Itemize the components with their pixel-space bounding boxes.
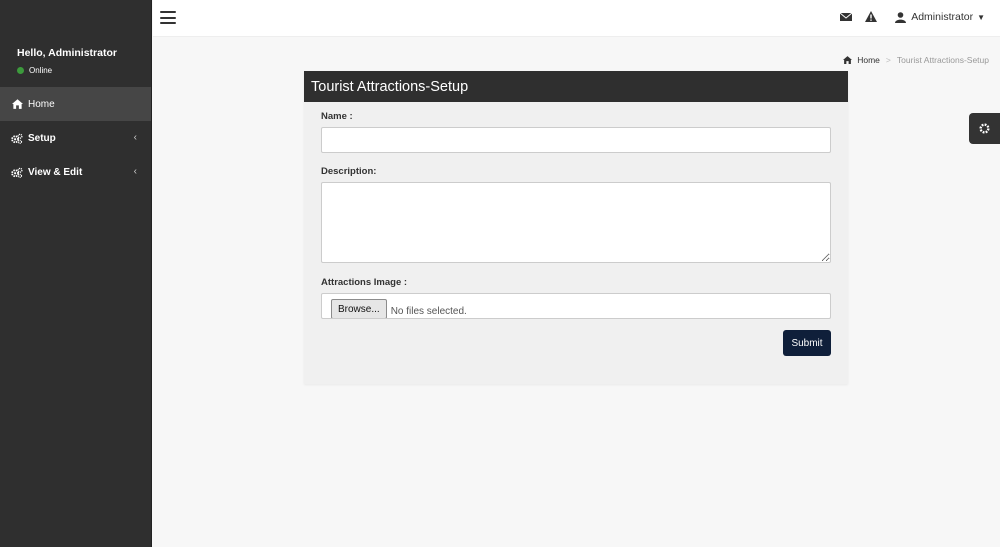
browse-button[interactable]: Browse... (331, 299, 387, 318)
chevron-left-icon: ‹ (133, 132, 137, 143)
sidebar-item-label: Home (28, 98, 55, 110)
sidebar-item-label: Setup (28, 132, 56, 144)
breadcrumb-home[interactable]: Home (843, 55, 880, 65)
submit-button[interactable]: Submit (783, 330, 831, 356)
sidebar-item-setup[interactable]: Setup ‹ (0, 121, 151, 155)
envelope-icon[interactable] (839, 11, 854, 25)
home-icon (11, 98, 23, 110)
cogs-icon (11, 132, 23, 144)
form-title: Tourist Attractions-Setup (304, 71, 848, 102)
sidebar-item-label: View & Edit (28, 166, 83, 178)
breadcrumb-separator: > (885, 55, 891, 65)
user-status: Online (17, 66, 151, 75)
user-icon (895, 11, 907, 23)
name-label: Name : (321, 111, 353, 122)
breadcrumb: Home > Tourist Attractions-Setup (843, 55, 989, 65)
breadcrumb-home-label: Home (857, 55, 880, 65)
user-greeting: Hello, Administrator (17, 47, 117, 59)
description-label: Description: (321, 166, 377, 177)
user-menu[interactable]: Administrator ▼ (895, 11, 985, 23)
warning-icon[interactable] (865, 11, 879, 25)
sidebar-item-home[interactable]: Home (0, 87, 151, 121)
gear-icon (979, 123, 990, 134)
setup-form-card: Tourist Attractions-Setup Name : Descrip… (304, 71, 848, 384)
attractions-image-file-input[interactable]: Browse... No files selected. (321, 293, 831, 319)
file-status: No files selected. (390, 306, 467, 317)
attractions-image-label: Attractions Image : (321, 277, 408, 288)
hamburger-menu-icon[interactable] (160, 11, 176, 24)
sidebar: Hello, Administrator Online Home Setup ‹ (0, 0, 152, 547)
user-menu-label: Administrator (911, 11, 974, 23)
sidebar-item-view-edit[interactable]: View & Edit ‹ (0, 155, 151, 189)
user-panel: Hello, Administrator Online (0, 0, 151, 87)
chevron-left-icon: ‹ (133, 166, 137, 177)
breadcrumb-current: Tourist Attractions-Setup (896, 55, 989, 65)
online-dot-icon (17, 67, 24, 74)
settings-toggle-button[interactable] (969, 113, 1000, 144)
description-textarea[interactable] (321, 182, 831, 263)
name-input[interactable] (321, 127, 831, 153)
topbar: Administrator ▼ (153, 0, 1000, 37)
caret-down-icon: ▼ (977, 12, 985, 22)
status-label: Online (29, 66, 53, 75)
form-body: Name : Description: Attractions Image : … (304, 102, 848, 356)
cogs-icon (11, 166, 23, 178)
home-icon (843, 56, 853, 64)
